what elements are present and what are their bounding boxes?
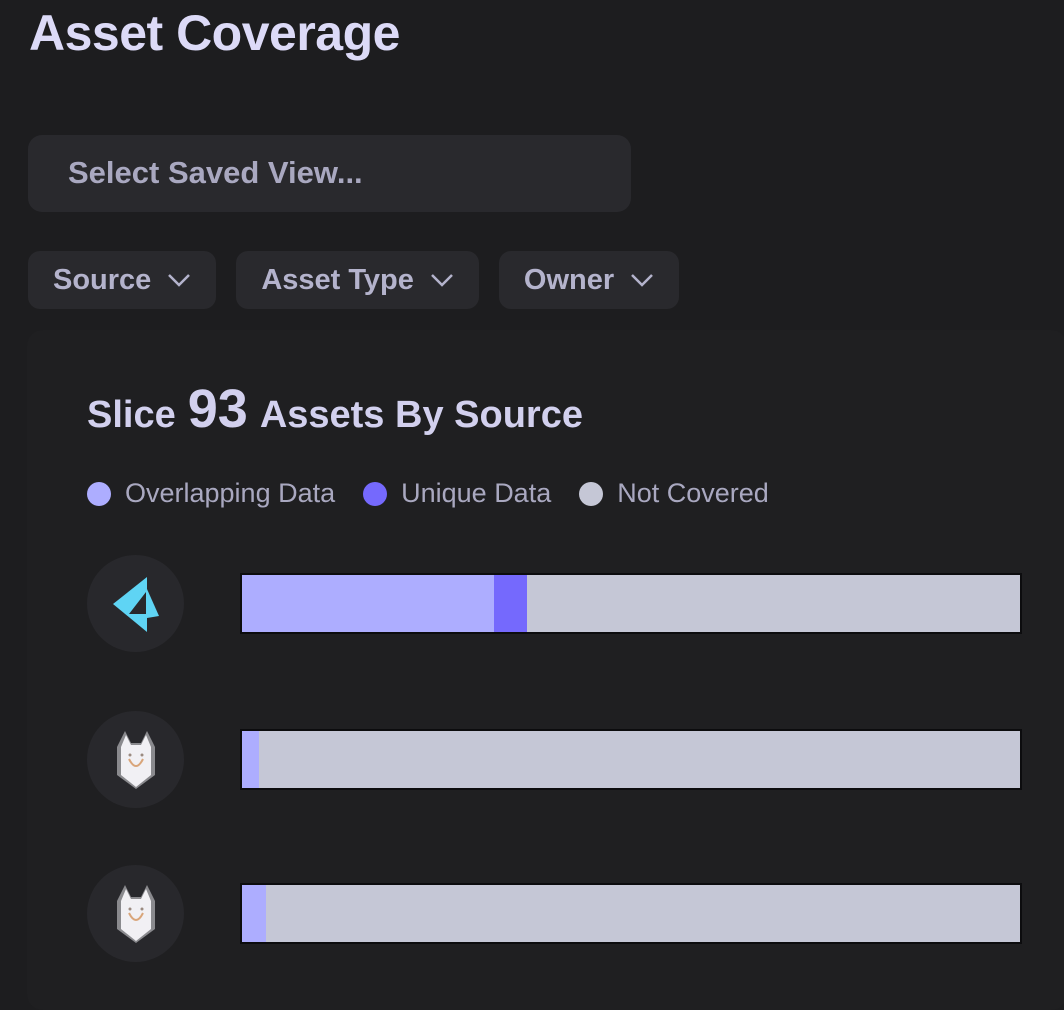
bar-segment-not-covered[interactable] — [259, 731, 1020, 788]
page-title: Asset Coverage — [29, 5, 400, 61]
saved-view-select[interactable]: Select Saved View... — [28, 135, 631, 212]
filter-label: Source — [53, 263, 152, 296]
legend-label: Unique Data — [401, 478, 552, 508]
asset-count: 93 — [187, 379, 248, 439]
filter-source[interactable]: Source — [28, 251, 217, 309]
chart-heading: Slice 93 Assets By Source — [87, 378, 583, 440]
legend-dot — [87, 481, 111, 506]
heading-prefix: Slice — [87, 394, 176, 436]
coverage-bar[interactable] — [240, 729, 1022, 790]
coverage-bar[interactable] — [240, 883, 1022, 944]
bar-segment-not-covered[interactable] — [266, 885, 1020, 942]
legend-item-overlapping: Overlapping Data — [87, 478, 335, 509]
bar-segment-overlapping-data[interactable] — [242, 575, 495, 632]
filter-label: Owner — [523, 263, 615, 296]
legend-label: Overlapping Data — [125, 478, 336, 508]
bar-segment-not-covered[interactable] — [526, 575, 1020, 632]
filter-owner[interactable]: Owner — [498, 251, 680, 309]
legend-dot — [363, 481, 388, 506]
chevron-down-icon — [168, 274, 191, 287]
filter-bar: Source Asset Type Owner — [28, 251, 680, 309]
bar-segment-unique-data[interactable] — [494, 575, 527, 632]
heading-suffix: Assets By Source — [259, 394, 583, 436]
chart-legend: Overlapping Data Unique Data Not Covered — [87, 478, 769, 509]
triangle-logo-icon — [87, 555, 184, 652]
legend-item-not-covered: Not Covered — [579, 478, 769, 509]
chevron-down-icon — [431, 274, 453, 287]
legend-label: Not Covered — [617, 478, 769, 508]
bar-segment-overlapping-data[interactable] — [242, 731, 260, 788]
filter-asset-type[interactable]: Asset Type — [236, 251, 479, 309]
wolf-logo-icon — [87, 711, 184, 808]
legend-dot — [579, 481, 604, 506]
filter-label: Asset Type — [261, 263, 414, 296]
bar-segment-overlapping-data[interactable] — [242, 885, 267, 942]
legend-item-unique: Unique Data — [363, 478, 551, 509]
wolf-logo-icon — [87, 865, 184, 962]
source-row — [87, 555, 1064, 653]
chevron-down-icon — [631, 274, 654, 287]
source-row — [87, 711, 1064, 809]
source-row — [87, 865, 1064, 963]
coverage-bar[interactable] — [240, 573, 1022, 634]
